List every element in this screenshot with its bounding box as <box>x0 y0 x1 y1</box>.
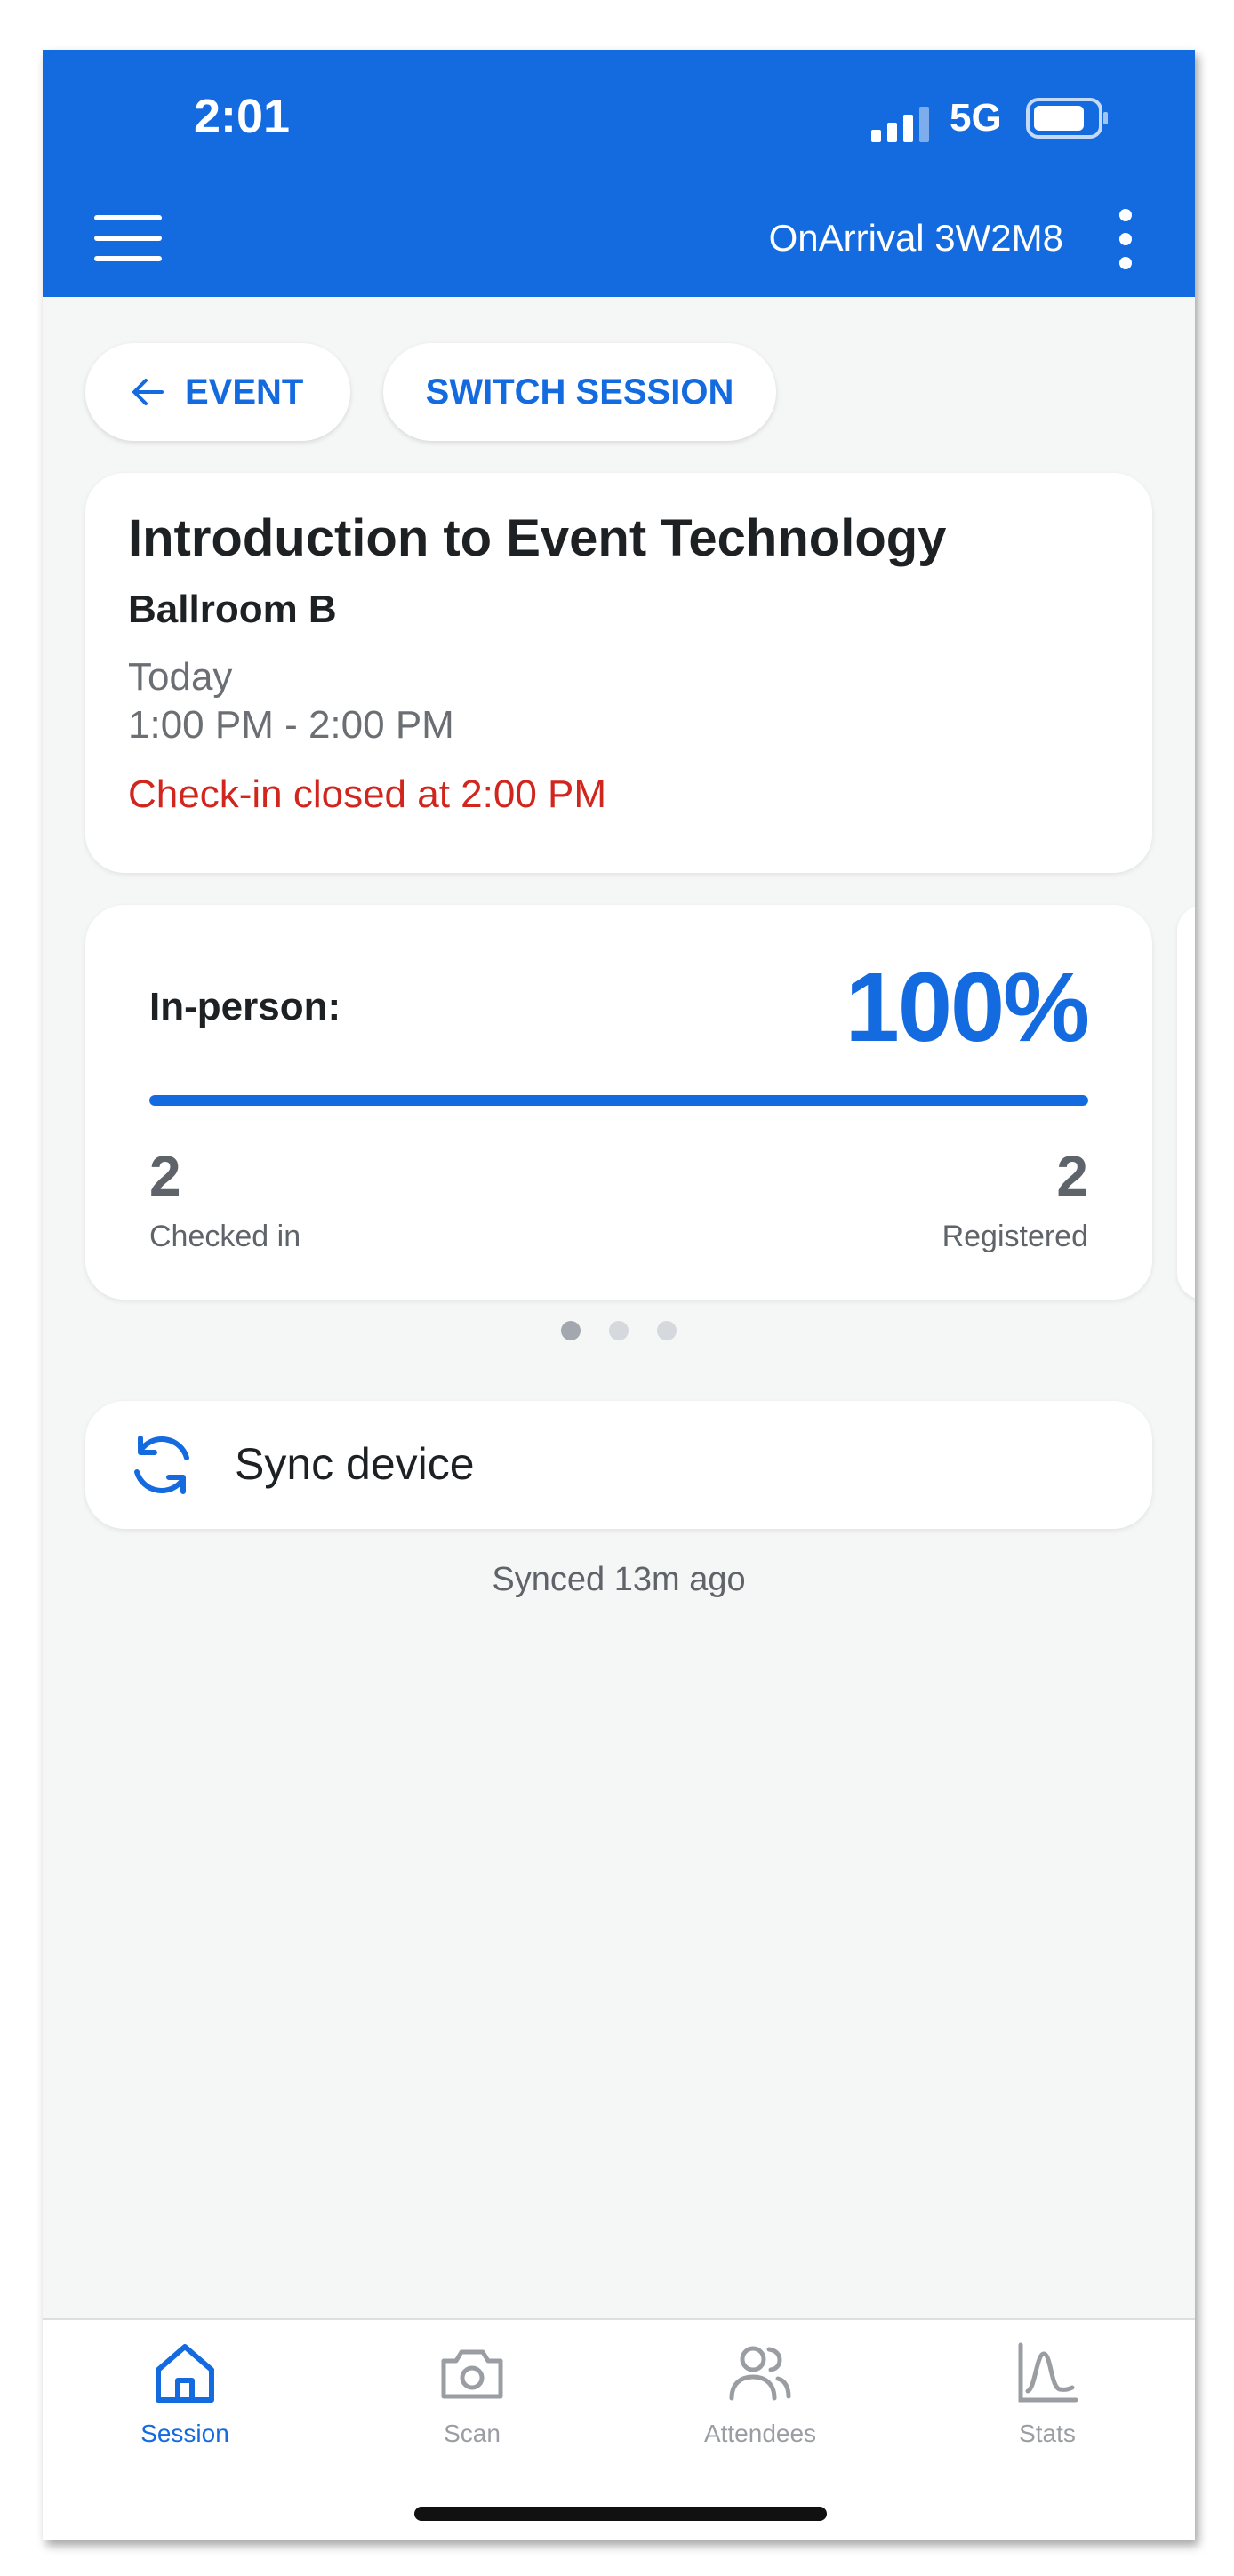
arrow-left-icon <box>132 379 164 405</box>
home-icon <box>156 2344 214 2403</box>
stats-percent: 100% <box>845 953 1090 1062</box>
session-title: Introduction to Event Technology <box>128 509 947 567</box>
checked-in-count: 2 <box>149 1144 181 1208</box>
users-icon <box>729 2346 791 2401</box>
session-card: Introduction to Event Technology Ballroo… <box>85 473 1152 873</box>
tab-stats[interactable]: Stats <box>950 2338 1145 2471</box>
back-button-label: EVENT <box>185 372 304 412</box>
pager-dot[interactable] <box>561 1321 581 1340</box>
session-day: Today <box>128 655 233 699</box>
status-time: 2:01 <box>194 90 291 143</box>
cell-signal-icon <box>871 107 929 142</box>
network-type: 5G <box>950 96 1002 140</box>
sync-status-text: Synced 13m ago <box>492 1561 746 1598</box>
registered-label: Registered <box>942 1220 1088 1253</box>
checkin-status: Check-in closed at 2:00 PM <box>128 772 607 816</box>
attendance-progress-bar <box>149 1095 1088 1106</box>
attendance-progress-fill <box>149 1095 1088 1106</box>
camera-icon <box>441 2349 503 2399</box>
tab-session[interactable]: Session <box>87 2338 283 2471</box>
attendance-stats-card[interactable]: In-person: 100% 2 Checked in 2 Registere… <box>85 905 1152 1300</box>
next-stats-card-peek[interactable] <box>1177 905 1195 1300</box>
app-title: OnArrival 3W2M8 <box>768 217 1063 259</box>
tab-session-label: Session <box>140 2420 229 2447</box>
sync-icon <box>134 1436 189 1494</box>
pager-dot[interactable] <box>609 1321 629 1340</box>
chart-icon <box>1018 2342 1078 2403</box>
registered-count: 2 <box>1056 1144 1088 1208</box>
home-indicator <box>414 2507 827 2521</box>
tab-stats-label: Stats <box>1019 2420 1076 2447</box>
hamburger-menu-icon[interactable] <box>94 212 162 265</box>
app-bar: OnArrival 3W2M8 <box>43 183 1195 297</box>
pager-dot[interactable] <box>657 1321 677 1340</box>
tab-attendees-label: Attendees <box>703 2420 817 2447</box>
switch-session-button[interactable]: SWITCH SESSION <box>383 343 776 441</box>
status-bar: 2:01 5G <box>43 50 1195 183</box>
tab-scan-label: Scan <box>444 2420 501 2447</box>
back-to-event-button[interactable]: EVENT <box>85 343 350 441</box>
session-time-range: 1:00 PM - 2:00 PM <box>128 703 454 747</box>
switch-session-label: SWITCH SESSION <box>425 372 734 412</box>
battery-icon <box>1026 98 1108 139</box>
tab-scan[interactable]: Scan <box>374 2338 570 2471</box>
checked-in-label: Checked in <box>149 1220 301 1253</box>
session-room: Ballroom B <box>128 588 337 631</box>
stats-label: In-person: <box>149 985 341 1028</box>
tab-attendees[interactable]: Attendees <box>662 2338 858 2471</box>
more-vertical-icon[interactable] <box>1113 206 1138 272</box>
sync-device-button[interactable]: Sync device <box>85 1401 1152 1529</box>
bottom-tab-bar: Session Scan Attendees Stats <box>43 2318 1195 2540</box>
app-screen: 2:01 5G OnArrival 3W2M8 EVENT SWITCH SES… <box>43 50 1195 2540</box>
carousel-pager <box>43 1321 1195 1340</box>
sync-device-label: Sync device <box>235 1439 475 1489</box>
